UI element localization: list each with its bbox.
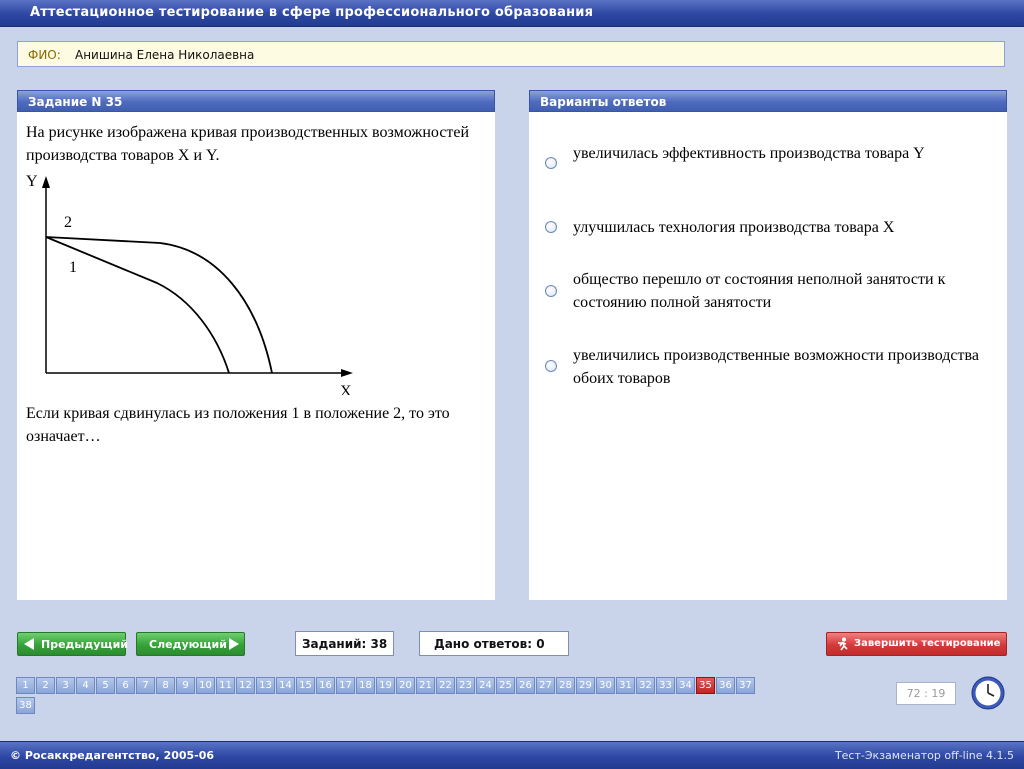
y-axis-label: Y	[26, 173, 38, 190]
question-number-13[interactable]: 13	[256, 677, 275, 694]
question-number-2[interactable]: 2	[36, 677, 55, 694]
title-bar: Аттестационное тестирование в сфере проф…	[0, 0, 1024, 27]
question-number-17[interactable]: 17	[336, 677, 355, 694]
question-number-10[interactable]: 10	[196, 677, 215, 694]
next-button[interactable]: Следующий	[136, 632, 245, 656]
answer-option-1[interactable]: увеличилась эффективность производства т…	[573, 142, 993, 165]
answers-header: Варианты ответов	[529, 90, 1007, 112]
question-number-11[interactable]: 11	[216, 677, 235, 694]
curve-2	[45, 236, 273, 374]
finish-button[interactable]: Завершить тестирование	[826, 632, 1007, 656]
version-text: Тест-Экзаменатор off-line 4.1.5	[834, 749, 1014, 762]
question-number-36[interactable]: 36	[716, 677, 735, 694]
question-number-15[interactable]: 15	[296, 677, 315, 694]
question-number-25[interactable]: 25	[496, 677, 515, 694]
question-number-32[interactable]: 32	[636, 677, 655, 694]
question-number-37[interactable]: 37	[736, 677, 755, 694]
question-number-18[interactable]: 18	[356, 677, 375, 694]
prev-button[interactable]: Предыдущий	[17, 632, 129, 656]
question-number-23[interactable]: 23	[456, 677, 475, 694]
question-number-33[interactable]: 33	[656, 677, 675, 694]
question-number-14[interactable]: 14	[276, 677, 295, 694]
question-number-22[interactable]: 22	[436, 677, 455, 694]
question-number-16[interactable]: 16	[316, 677, 335, 694]
question-number-9[interactable]: 9	[176, 677, 195, 694]
question-number-35[interactable]: 35	[696, 677, 715, 694]
question-number-8[interactable]: 8	[156, 677, 175, 694]
next-button-label: Следующий	[149, 638, 227, 651]
x-axis-label: X	[340, 383, 352, 395]
app-title: Аттестационное тестирование в сфере проф…	[30, 5, 594, 20]
task-header: Задание N 35	[17, 90, 495, 112]
tasks-count: Заданий: 38	[295, 631, 394, 656]
task-text-bottom: Если кривая сдвинулась из положения 1 в …	[26, 405, 450, 445]
answer-option-3[interactable]: общество перешло от состояния неполной з…	[573, 268, 993, 314]
question-number-3[interactable]: 3	[56, 677, 75, 694]
answers-title: Варианты ответов	[540, 95, 667, 109]
student-info: ФИО: Анишина Елена Николаевна	[17, 41, 1005, 67]
answer-radio-1[interactable]	[545, 157, 557, 169]
question-number-12[interactable]: 12	[236, 677, 255, 694]
question-number-24[interactable]: 24	[476, 677, 495, 694]
question-number-31[interactable]: 31	[616, 677, 635, 694]
question-number-21[interactable]: 21	[416, 677, 435, 694]
question-number-7[interactable]: 7	[136, 677, 155, 694]
question-number-38[interactable]: 38	[16, 697, 35, 714]
answer-radio-4[interactable]	[545, 360, 557, 372]
y-axis-arrow	[42, 176, 50, 188]
arrow-right-icon	[229, 638, 239, 650]
prev-button-label: Предыдущий	[41, 638, 129, 651]
finish-button-label: Завершить тестирование	[854, 638, 1001, 649]
question-number-20[interactable]: 20	[396, 677, 415, 694]
answer-option-4[interactable]: увеличились производственные возможности…	[573, 344, 993, 390]
answer-radio-3[interactable]	[545, 285, 557, 297]
student-label: ФИО:	[28, 48, 61, 62]
task-title: Задание N 35	[28, 95, 123, 109]
running-man-icon	[838, 637, 848, 651]
student-name: Анишина Елена Николаевна	[75, 48, 255, 62]
curve-1-label: 1	[69, 259, 77, 276]
question-number-27[interactable]: 27	[536, 677, 555, 694]
copyright-text: © Росаккредагентство, 2005-06	[10, 749, 215, 762]
question-number-5[interactable]: 5	[96, 677, 115, 694]
curve-2-label: 2	[64, 214, 72, 231]
question-number-19[interactable]: 19	[376, 677, 395, 694]
question-number-6[interactable]: 6	[116, 677, 135, 694]
answered-count: Дано ответов: 0	[419, 631, 569, 656]
answer-option-2[interactable]: улучшилась технология производства товар…	[573, 216, 993, 239]
task-panel: На рисунке изображена кривая производств…	[17, 112, 495, 600]
footer-bar: © Росаккредагентство, 2005-06 Тест-Экзам…	[0, 741, 1024, 769]
ppf-figure: Y X 2 1	[26, 173, 353, 395]
question-number-30[interactable]: 30	[596, 677, 615, 694]
question-number-4[interactable]: 4	[76, 677, 95, 694]
clock-icon	[971, 676, 1005, 710]
arrow-left-icon	[24, 638, 34, 650]
question-number-34[interactable]: 34	[676, 677, 695, 694]
x-axis-arrow	[341, 369, 353, 377]
question-number-28[interactable]: 28	[556, 677, 575, 694]
question-number-29[interactable]: 29	[576, 677, 595, 694]
question-number-1[interactable]: 1	[16, 677, 35, 694]
timer-display: 72 : 19	[896, 682, 956, 705]
answer-radio-2[interactable]	[545, 221, 557, 233]
task-text-top: На рисунке изображена кривая производств…	[26, 124, 470, 164]
question-number-26[interactable]: 26	[516, 677, 535, 694]
